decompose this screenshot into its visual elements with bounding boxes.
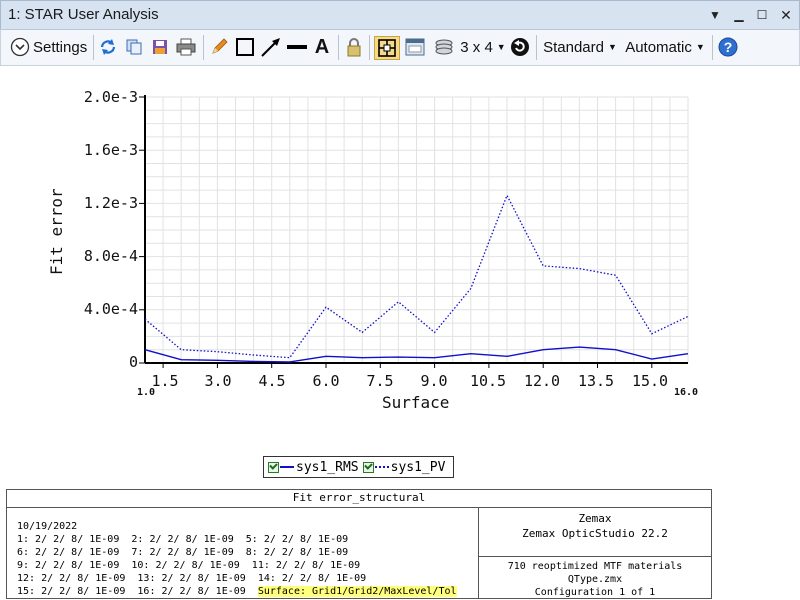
arrow-icon[interactable] bbox=[260, 36, 282, 58]
company-name: Zemax bbox=[578, 512, 612, 525]
y-axis-label: Fit error bbox=[47, 188, 66, 275]
info-line: 9: 2/ 2/ 8/ 1E-09 10: 2/ 2/ 8/ 1E-09 11:… bbox=[17, 560, 361, 571]
x-axis-label: Surface bbox=[382, 393, 450, 412]
x-tick-label: 10.5 bbox=[469, 372, 507, 390]
window-title: 1: STAR User Analysis bbox=[8, 6, 159, 23]
y-tick-label: 0 bbox=[128, 353, 138, 371]
info-line: 12: 2/ 2/ 8/ 1E-09 13: 2/ 2/ 8/ 1E-09 14… bbox=[17, 573, 367, 584]
configuration-label: Configuration 1 of 1 bbox=[534, 587, 656, 598]
legend-label: sys1_RMS bbox=[296, 459, 359, 475]
product-name: Zemax OpticStudio 22.2 bbox=[522, 527, 668, 540]
layers-icon[interactable] bbox=[433, 36, 455, 58]
info-highlight: Surface: Grid1/Grid2/MaxLevel/Tol bbox=[257, 586, 457, 597]
toolbar-separator bbox=[338, 35, 339, 60]
rectangle-icon[interactable] bbox=[234, 36, 256, 58]
close-icon[interactable]: ✕ bbox=[777, 6, 795, 24]
grid bbox=[144, 96, 689, 364]
dropdown-arrow-icon: ▼ bbox=[607, 42, 617, 52]
dropdown-arrow-icon: ▼ bbox=[496, 42, 506, 52]
x-tick-label: 6.0 bbox=[312, 372, 340, 390]
settings-chevron-icon[interactable] bbox=[9, 36, 31, 58]
x-tick-label: 4.5 bbox=[258, 372, 286, 390]
info-line: 1: 2/ 2/ 8/ 1E-09 2: 2/ 2/ 8/ 1E-09 5: 2… bbox=[17, 534, 349, 545]
toolbar-separator bbox=[203, 35, 204, 60]
lock-icon[interactable] bbox=[344, 36, 364, 58]
x-min-label: 1.0 bbox=[136, 387, 156, 398]
divider bbox=[478, 556, 711, 557]
info-title: Fit error_structural bbox=[7, 490, 711, 508]
line-icon[interactable] bbox=[286, 36, 308, 58]
save-icon[interactable] bbox=[150, 36, 170, 58]
standard-dropdown[interactable]: Standard ▼ bbox=[543, 36, 617, 58]
print-icon[interactable] bbox=[175, 36, 197, 58]
copy-icon[interactable] bbox=[124, 36, 144, 58]
toolbar-separator bbox=[712, 35, 713, 60]
x-max-label: 16.0 bbox=[673, 387, 699, 398]
toolbar-separator bbox=[93, 35, 94, 60]
layout-dropdown[interactable]: 3 x 4 ▼ bbox=[460, 36, 506, 58]
info-line: 15: 2/ 2/ 8/ 1E-09 16: 2/ 2/ 8/ 1E-09 bbox=[17, 586, 258, 597]
legend-line-dotted bbox=[374, 466, 389, 468]
info-line: 6: 2/ 2/ 8/ 1E-09 7: 2/ 2/ 8/ 1E-09 8: 2… bbox=[17, 547, 349, 558]
x-tick-label: 13.5 bbox=[577, 372, 615, 390]
layout-label: 3 x 4 bbox=[460, 38, 493, 56]
info-panel: Fit error_structural 10/19/2022 1: 2/ 2/… bbox=[6, 489, 712, 599]
toolbar: Settings A 3 x 4 ▼ Standard ▼ Automatic … bbox=[0, 29, 800, 66]
standard-label: Standard bbox=[543, 38, 604, 56]
toolbar-separator bbox=[369, 35, 370, 60]
legend-item-rms[interactable]: sys1_RMS bbox=[268, 460, 359, 475]
toolbar-separator bbox=[536, 35, 537, 60]
info-product-block: Zemax Zemax OpticStudio 22.2 bbox=[479, 511, 711, 541]
x-tick-label: 12.0 bbox=[523, 372, 561, 390]
y-tick-label: 2.0e-3 bbox=[83, 88, 138, 106]
dropdown-arrow-icon: ▼ bbox=[695, 42, 705, 52]
legend-label: sys1_PV bbox=[390, 459, 446, 475]
legend: sys1_RMS sys1_PV bbox=[263, 456, 454, 478]
chart-area: 2.0e-3 1.6e-3 1.2e-3 8.0e-4 4.0e-4 0 1.5… bbox=[0, 65, 800, 485]
automatic-dropdown[interactable]: Automatic ▼ bbox=[623, 36, 707, 58]
legend-line-solid bbox=[280, 466, 294, 468]
checkbox-icon[interactable] bbox=[362, 461, 374, 473]
text-icon[interactable]: A bbox=[311, 36, 333, 58]
y-tick-label: 1.6e-3 bbox=[83, 141, 138, 159]
x-tick-label: 3.0 bbox=[204, 372, 232, 390]
refresh-icon[interactable] bbox=[98, 36, 118, 58]
rotate-icon[interactable] bbox=[509, 36, 531, 58]
plot-svg bbox=[139, 95, 689, 368]
window-icon[interactable] bbox=[404, 36, 426, 58]
crosshair-icon[interactable] bbox=[374, 36, 400, 60]
file-name: 710 reoptimized MTF materials QType.zmx bbox=[507, 561, 683, 585]
svg-text:?: ? bbox=[724, 39, 733, 55]
help-icon[interactable]: ? bbox=[717, 36, 739, 58]
x-tick-label: 9.0 bbox=[420, 372, 448, 390]
checkbox-icon[interactable] bbox=[268, 461, 279, 473]
info-file-block: 710 reoptimized MTF materials QType.zmx … bbox=[479, 560, 711, 599]
pencil-icon[interactable] bbox=[209, 36, 229, 58]
y-tick-label: 4.0e-4 bbox=[83, 300, 138, 318]
title-bar: 1: STAR User Analysis ▼ ▁ ☐ ✕ bbox=[0, 0, 800, 29]
minimize-icon[interactable]: ▁ bbox=[730, 6, 748, 24]
automatic-label: Automatic bbox=[625, 38, 692, 56]
settings-button[interactable]: Settings bbox=[33, 36, 91, 58]
maximize-icon[interactable]: ☐ bbox=[753, 6, 771, 24]
legend-item-pv[interactable]: sys1_PV bbox=[362, 459, 446, 475]
x-tick-label: 15.0 bbox=[631, 372, 669, 390]
info-line: 10/19/2022 bbox=[17, 521, 78, 532]
dropdown-arrow-icon[interactable]: ▼ bbox=[706, 6, 724, 24]
info-text: 10/19/2022 1: 2/ 2/ 8/ 1E-09 2: 2/ 2/ 8/… bbox=[17, 520, 457, 598]
x-tick-label: 7.5 bbox=[366, 372, 394, 390]
